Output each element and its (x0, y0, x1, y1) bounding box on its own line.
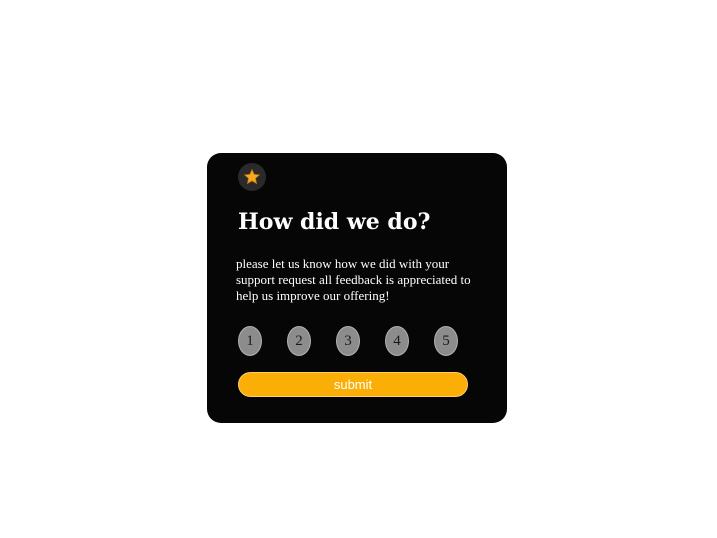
rating-button-1[interactable]: 1 (238, 326, 262, 356)
card-title: How did we do? (238, 209, 431, 235)
rating-button-3[interactable]: 3 (336, 326, 360, 356)
card-description: please let us know how we did with your … (236, 256, 471, 303)
star-icon (243, 168, 261, 186)
submit-button[interactable]: submit (238, 372, 468, 397)
rating-button-5[interactable]: 5 (434, 326, 458, 356)
star-badge (238, 163, 266, 191)
rating-button-4[interactable]: 4 (385, 326, 409, 356)
rating-card: How did we do? please let us know how we… (207, 153, 507, 423)
rating-options: 1 2 3 4 5 (238, 326, 460, 356)
rating-button-2[interactable]: 2 (287, 326, 311, 356)
